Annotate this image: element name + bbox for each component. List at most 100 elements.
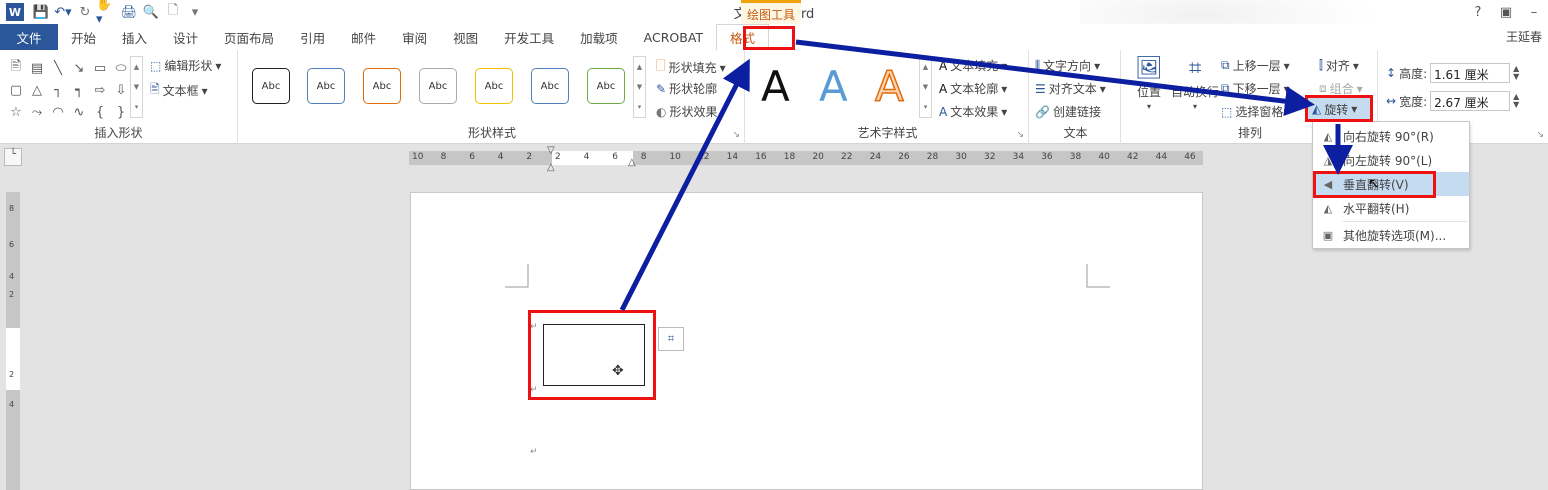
shape-style-gold[interactable]: Abc	[475, 68, 513, 104]
ribbon-display-icon[interactable]: ▣	[1492, 0, 1520, 24]
star-shape-icon[interactable]: ☆	[6, 102, 26, 122]
align-button[interactable]: ⫿ 对齐 ▾	[1319, 57, 1359, 74]
align-icon: ⫿	[1319, 58, 1323, 72]
first-line-indent-marker[interactable]: ▽	[547, 145, 555, 156]
right-indent-marker[interactable]: △	[628, 157, 636, 168]
edit-shape-button[interactable]: ⬚ 编辑形状 ▾	[150, 57, 221, 74]
textbox-vertical-shape-icon[interactable]: ▤	[27, 58, 47, 78]
ruler-tick-label: 32	[984, 152, 996, 162]
tab-file[interactable]: 文件	[0, 24, 58, 50]
bring-forward-icon: ⧉	[1221, 58, 1230, 72]
ruler-tick-label: 34	[1012, 152, 1025, 162]
wordart-black[interactable]: A	[761, 62, 790, 111]
right-brace-icon[interactable]: }	[111, 102, 131, 122]
line-shape-icon[interactable]: ╲	[48, 58, 68, 78]
height-control: ↕ 高度: 1.61 厘米 ▲ ▼	[1386, 63, 1520, 83]
width-spinner[interactable]: ▲ ▼	[1513, 93, 1519, 109]
more-rotation-icon: ▣	[1322, 228, 1334, 242]
shape-styles-dialog-launcher[interactable]: ↘	[732, 130, 740, 140]
ruler-tick-label: 40	[1098, 152, 1110, 162]
tab-developer[interactable]: 开发工具	[491, 24, 567, 50]
height-input[interactable]: 1.61 厘米	[1430, 63, 1511, 83]
minimize-icon[interactable]: –	[1520, 0, 1548, 24]
align-text-button[interactable]: ☰ 对齐文本 ▾	[1035, 80, 1106, 97]
vertical-ruler-tick-label: 4	[9, 272, 15, 281]
wordart-dialog-launcher[interactable]: ↘	[1016, 130, 1024, 140]
send-backward-button[interactable]: ⧉ 下移一层 ▾	[1221, 80, 1290, 97]
freeform-icon[interactable]: ⤳	[27, 102, 47, 122]
size-dialog-launcher[interactable]: ↘	[1536, 130, 1544, 140]
right-arrow-shape-icon[interactable]: ⇨	[90, 80, 110, 100]
ruler-tick-label: 10	[669, 152, 681, 162]
shape-style-gray[interactable]: Abc	[419, 68, 457, 104]
tab-layout[interactable]: 页面布局	[211, 24, 287, 50]
selection-pane-button[interactable]: ⬚ 选择窗格	[1221, 103, 1283, 120]
ruler-tick-label: 8	[640, 152, 647, 162]
width-input[interactable]: 2.67 厘米	[1430, 91, 1511, 111]
shape-style-orange[interactable]: Abc	[363, 68, 401, 104]
text-effects-button[interactable]: A 文本效果 ▾	[939, 103, 1007, 120]
tab-acrobat[interactable]: ACROBAT	[631, 24, 716, 50]
shape-style-green[interactable]: Abc	[587, 68, 625, 104]
wrap-text-button[interactable]: ⌗ 自动换行 ▾	[1171, 56, 1219, 111]
elbow-arrow-icon[interactable]: ┑	[69, 80, 89, 100]
triangle-shape-icon[interactable]: △	[27, 80, 47, 100]
link-icon: 🔗	[1035, 104, 1050, 119]
tab-review[interactable]: 审阅	[389, 24, 440, 50]
tab-mailings[interactable]: 邮件	[338, 24, 389, 50]
bring-forward-button[interactable]: ⧉ 上移一层 ▾	[1221, 57, 1290, 74]
shape-style-blue[interactable]: Abc	[307, 68, 345, 104]
down-arrow-shape-icon[interactable]: ⇩	[111, 80, 131, 100]
ruler-tick-label: 10	[412, 152, 424, 162]
elbow-connector-icon[interactable]: ┐	[48, 80, 68, 100]
ruler-tick-label: 6	[612, 152, 618, 162]
help-icon[interactable]: ?	[1464, 0, 1492, 24]
shape-effects-button[interactable]: ◐ 形状效果	[656, 103, 718, 120]
curve-shape-icon[interactable]: ∿	[69, 102, 89, 122]
tab-references[interactable]: 引用	[287, 24, 338, 50]
rectangle-shape-icon[interactable]: ▭	[90, 58, 110, 78]
tab-addins[interactable]: 加载项	[567, 24, 631, 50]
shapes-gallery-scroll[interactable]: ▲ ▼ ▾	[130, 56, 143, 118]
shapes-gallery[interactable]: 🖹 ▤ ╲ ↘ ▭ ⬭ ▢ △ ┐ ┑ ⇨ ⇩ ☆ ⤳ ◠ ∿ { }	[6, 58, 136, 122]
ruler-tick-label: 22	[841, 152, 853, 162]
text-direction-button[interactable]: ⫴ 文字方向 ▾	[1035, 57, 1100, 74]
shape-styles-scroll[interactable]: ▲ ▼ ▾	[633, 56, 646, 118]
left-brace-icon[interactable]: {	[90, 102, 110, 122]
height-spinner[interactable]: ▲ ▼	[1513, 65, 1519, 81]
shape-style-black[interactable]: Abc	[252, 68, 290, 104]
tab-view[interactable]: 视图	[440, 24, 491, 50]
vertical-ruler-tick-label: 2	[9, 290, 15, 299]
menu-rotate-right-90[interactable]: ◭ 向右旋转 90°(R)	[1313, 124, 1469, 148]
left-indent-marker[interactable]: △	[547, 162, 555, 173]
menu-flip-horizontal[interactable]: ◭ 水平翻转(H)	[1313, 196, 1469, 220]
tab-insert[interactable]: 插入	[109, 24, 160, 50]
oval-shape-icon[interactable]: ⬭	[111, 58, 131, 78]
user-name[interactable]: 王延春	[1506, 28, 1542, 45]
create-link-button[interactable]: 🔗 创建链接	[1035, 103, 1101, 120]
shape-outline-button[interactable]: ✎ 形状轮廓	[656, 80, 717, 97]
menu-rotate-left-90[interactable]: ◮ 向左旋转 90°(L)	[1313, 148, 1469, 172]
group-label-shape-styles: 形状样式	[467, 126, 516, 140]
shape-style-blue-2[interactable]: Abc	[531, 68, 569, 104]
textbox-shape-icon[interactable]: 🖹	[6, 58, 26, 78]
send-backward-icon: ⧉	[1221, 81, 1230, 95]
menu-more-rotation-options[interactable]: ▣ 其他旋转选项(M)...	[1313, 223, 1469, 247]
layout-options-icon[interactable]: ⌗	[658, 327, 684, 351]
arrow-line-shape-icon[interactable]: ↘	[69, 58, 89, 78]
shape-fill-button[interactable]: 🗌 形状填充 ▾	[656, 57, 726, 78]
text-box-button[interactable]: 🖹 文本框 ▾	[150, 80, 208, 101]
width-control: ↔ 宽度: 2.67 厘米 ▲ ▼	[1386, 91, 1520, 111]
ruler-tick-label: 26	[898, 152, 910, 162]
tab-design[interactable]: 设计	[160, 24, 211, 50]
wordart-orange-outline[interactable]: A	[874, 61, 904, 112]
tab-stop-selector[interactable]: └	[4, 148, 22, 166]
text-outline-button[interactable]: A 文本轮廓 ▾	[939, 80, 1007, 97]
rounded-rect-shape-icon[interactable]: ▢	[6, 80, 26, 100]
text-fill-button[interactable]: A 文本填充 ▾	[939, 57, 1007, 74]
position-button[interactable]: 🖼 位置 ▾	[1135, 56, 1163, 111]
arc-shape-icon[interactable]: ◠	[48, 102, 68, 122]
wordart-scroll[interactable]: ▲ ▼ ▾	[919, 56, 932, 118]
wordart-blue[interactable]: A	[819, 62, 848, 111]
tab-home[interactable]: 开始	[58, 24, 109, 50]
